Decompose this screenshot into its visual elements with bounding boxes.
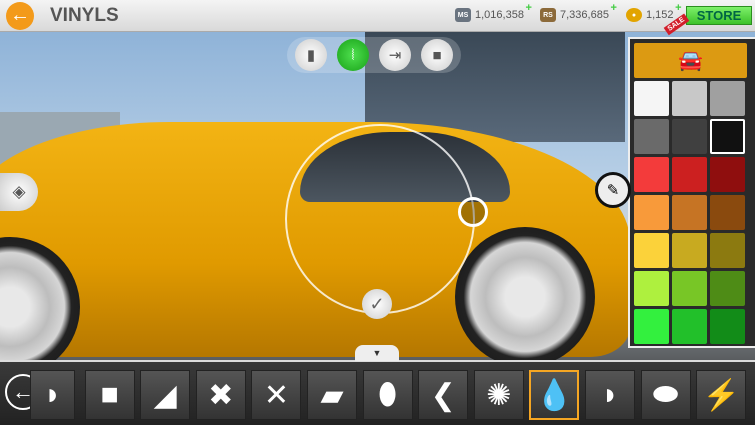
color-swatch[interactable] — [634, 233, 669, 268]
shape-right-triangle[interactable]: ◢ — [140, 370, 191, 420]
layers-icon[interactable]: ◈ — [0, 173, 38, 211]
collapse-arrow-icon[interactable]: ▼ — [355, 345, 399, 361]
store-button[interactable]: STORE — [686, 6, 752, 25]
color-swatch[interactable] — [710, 233, 745, 268]
color-swatch[interactable] — [710, 119, 745, 154]
shape-bar: ← ◗ ■ ◢ ✖ ✕ ▰ ⬮ ❮ ✺ 💧 ◗ ⬬ ⚡ — [0, 360, 755, 425]
color-swatch[interactable] — [672, 157, 707, 192]
confirm-icon[interactable]: ✓ — [362, 289, 392, 319]
shape-chevron-left[interactable]: ❮ — [418, 370, 469, 420]
color-swatch[interactable] — [634, 271, 669, 306]
car-color-icon[interactable]: 🚘 — [634, 43, 747, 78]
color-swatch[interactable] — [710, 81, 745, 116]
shape-drop[interactable]: 💧 — [529, 370, 580, 420]
shape-thick-x[interactable]: ✖ — [195, 370, 246, 420]
rotate-scale-handle[interactable] — [458, 197, 488, 227]
page-title: VINYLS — [50, 4, 119, 26]
color-swatch[interactable] — [672, 119, 707, 154]
color-palette: 🚘 — [628, 37, 755, 348]
top-bar: ← VINYLS MS 1,016,358 + RS 7,336,685 + ● 1,15… — [0, 0, 755, 36]
shape-shield[interactable]: ⬮ — [362, 370, 413, 420]
color-swatch[interactable] — [710, 309, 745, 344]
color-swatch[interactable] — [634, 195, 669, 230]
color-swatch[interactable] — [634, 81, 669, 116]
rs-currency[interactable]: RS 7,336,685 + — [540, 2, 617, 22]
color-swatch[interactable] — [672, 195, 707, 230]
color-swatch[interactable] — [672, 81, 707, 116]
color-swatch[interactable] — [672, 271, 707, 306]
color-swatch[interactable] — [634, 119, 669, 154]
shape-half-circle[interactable]: ◗ — [585, 370, 635, 420]
shape-lightning[interactable]: ⚡ — [696, 370, 747, 420]
color-swatch[interactable] — [672, 309, 707, 344]
file-tool-icon[interactable]: ▮ — [295, 39, 327, 71]
rear-wheel — [455, 227, 595, 360]
shape-lens[interactable]: ⬬ — [640, 370, 691, 420]
color-swatch[interactable] — [634, 309, 669, 344]
gold-currency[interactable]: ● 1,152 + — [626, 2, 682, 22]
shape-rounded-square[interactable]: ■ — [84, 370, 135, 420]
arrow-left-icon[interactable]: ← — [6, 1, 34, 30]
color-swatch[interactable] — [710, 157, 745, 192]
symmetry-tool-icon[interactable]: ⦚ — [337, 39, 369, 71]
color-swatch[interactable] — [634, 157, 669, 192]
shape-x[interactable]: ✕ — [251, 370, 302, 420]
color-swatch[interactable] — [710, 195, 745, 230]
camera-tool-icon[interactable]: ■ — [421, 39, 453, 71]
shape-splat[interactable]: ✺ — [473, 370, 524, 420]
shape-half-hexagon[interactable]: ◗ — [30, 370, 75, 420]
color-swatch[interactable] — [710, 271, 745, 306]
move-layer-tool-icon[interactable]: ⇥ — [379, 39, 411, 71]
tool-bar: ▮ ⦚ ⇥ ■ — [287, 37, 461, 73]
eyedropper-icon[interactable]: ✎ — [595, 172, 631, 208]
shape-parallelogram[interactable]: ▰ — [307, 370, 357, 420]
color-swatch[interactable] — [672, 233, 707, 268]
ms-currency[interactable]: MS 1,016,358 + — [455, 2, 532, 22]
vinyl-transform-circle[interactable] — [285, 124, 475, 314]
